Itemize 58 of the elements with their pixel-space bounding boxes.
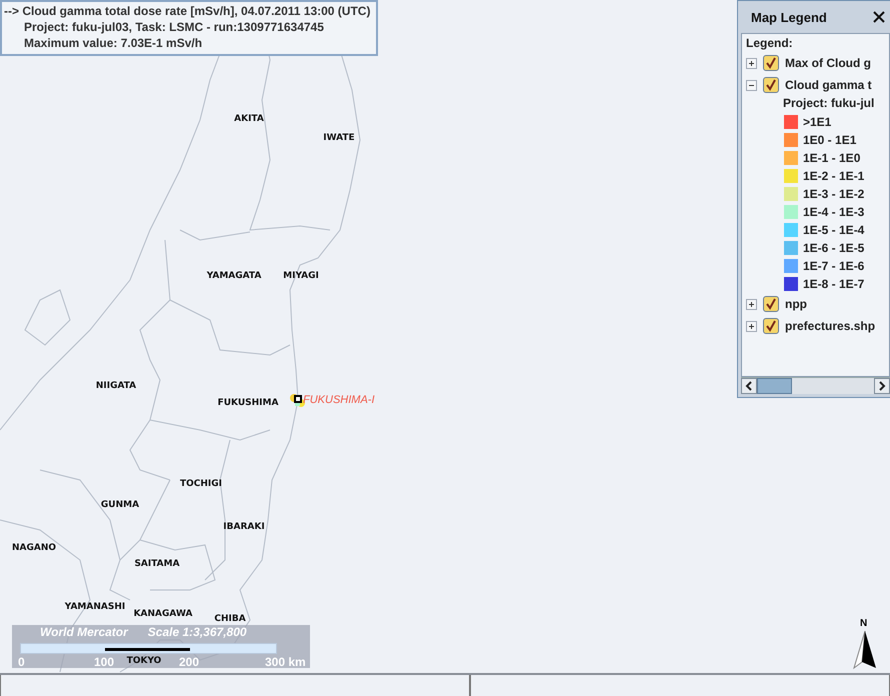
scrollbar-thumb[interactable] [757, 378, 792, 394]
layer-name: Max of Cloud g [785, 56, 871, 70]
place-label: GUNMA [100, 500, 140, 510]
layer-checkbox[interactable] [763, 77, 779, 93]
layer-checkbox[interactable] [763, 318, 779, 334]
expand-icon[interactable] [746, 320, 757, 332]
caret-right-icon [878, 381, 886, 391]
north-arrow-icon [852, 630, 878, 670]
place-label: TOKYO [126, 656, 162, 666]
layer-name: prefectures.shp [785, 319, 876, 333]
collapse-icon[interactable] [746, 80, 757, 90]
scale-label: Scale 1:3,367,800 [148, 625, 247, 640]
site-label: FUKUSHIMA-I [303, 394, 374, 406]
info-text: Maximum value: 7.03E-1 mSv/h [23, 35, 204, 51]
place-label: SAITAMA [134, 559, 180, 569]
info-text: Project: fuku-jul03, Task: LSMC - run:1309771634745 [23, 19, 325, 35]
place-label: AKITA [234, 114, 264, 124]
layer-name: Cloud gamma t [785, 78, 872, 92]
class-label: 1E-1 - 1E0 [803, 151, 860, 165]
layer-subtitle: Project: fuku-jul [782, 96, 876, 112]
class-label: 1E-3 - 1E-2 [803, 187, 864, 201]
scroll-left-button[interactable] [741, 378, 757, 394]
place-label: FUKUSHIMA [218, 398, 278, 408]
projection-label: World Mercator [40, 625, 128, 640]
place-label: TOCHIGI [180, 479, 222, 489]
layer-checkbox[interactable] [763, 296, 779, 312]
place-label: CHIBA [214, 614, 246, 624]
scale-tick-label: 200 [179, 655, 200, 670]
class-label: 1E-4 - 1E-3 [803, 205, 864, 219]
place-label: KANAGAWA [134, 609, 192, 619]
expand-icon[interactable] [746, 298, 757, 310]
class-label: >1E1 [803, 115, 832, 129]
north-label: N [860, 618, 868, 629]
expand-icon[interactable] [746, 58, 757, 68]
class-label: 1E0 - 1E1 [803, 133, 856, 147]
scale-tick-label: 0 [18, 655, 25, 670]
layer-checkbox[interactable] [763, 55, 779, 71]
class-label: 1E-2 - 1E-1 [803, 169, 864, 183]
caret-left-icon [745, 381, 753, 391]
scroll-right-button[interactable] [874, 378, 890, 394]
class-label: 1E-8 - 1E-7 [803, 277, 864, 291]
place-label: YAMAGATA [206, 271, 262, 281]
legend-heading: Legend: [746, 36, 794, 52]
class-label: 1E-6 - 1E-5 [803, 241, 864, 255]
panel-title: Map Legend [751, 10, 827, 24]
layer-name: npp [785, 297, 807, 311]
scale-tick-label: 100 [94, 655, 114, 670]
close-button[interactable] [872, 10, 886, 24]
place-label: IWATE [323, 133, 355, 143]
scale-tick-label: 300 km [265, 655, 306, 670]
info-text: --> Cloud gamma total dose rate [mSv/h], 04.07.2011 13:00 (UTC) [4, 3, 370, 19]
class-label: 1E-7 - 1E-6 [803, 259, 864, 273]
place-label: MIYAGI [283, 271, 319, 281]
class-label: 1E-5 - 1E-4 [803, 223, 864, 237]
place-label: NAGANO [12, 543, 56, 553]
place-label: YAMANASHI [64, 602, 126, 612]
place-label: NIIGATA [96, 381, 136, 391]
place-label: IBARAKI [223, 522, 265, 532]
